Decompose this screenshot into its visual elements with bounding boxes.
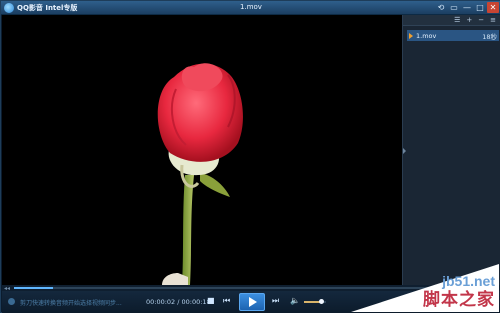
close-button[interactable]: ✕ (487, 2, 499, 13)
play-button[interactable] (239, 293, 265, 311)
now-playing-icon (409, 32, 413, 39)
list-icon[interactable]: ☰ (454, 16, 460, 24)
video-frame[interactable] (2, 15, 402, 285)
previous-icon[interactable]: ⏮ (223, 297, 230, 305)
watermark: jb51.net 脚本之家 (351, 264, 499, 312)
more-icon[interactable]: ≡ (490, 16, 496, 24)
playlist-toolbar: ☰ + − ≡ (403, 15, 500, 26)
playlist-item-duration: 18秒 (482, 32, 497, 41)
file-title: 1.mov (240, 3, 262, 11)
progress-fill (14, 287, 53, 289)
minimize-button[interactable]: — (461, 2, 473, 13)
volume-slider[interactable] (304, 299, 326, 304)
title-bar[interactable]: QQ影音 Intel专版 1.mov ⟲ ▭ — □ ✕ (1, 1, 500, 15)
watermark-name: 脚本之家 (423, 290, 495, 310)
maximize-button[interactable]: □ (474, 2, 486, 13)
add-icon[interactable]: + (466, 16, 472, 24)
volume-icon[interactable]: 🔈 (290, 297, 300, 305)
window-controls: ⟲ ▭ — □ ✕ (435, 2, 499, 13)
collapse-panel-icon[interactable] (403, 148, 406, 154)
stop-icon[interactable]: ■ (207, 297, 215, 305)
play-icon (249, 297, 257, 307)
next-icon[interactable]: ⏭ (272, 297, 279, 305)
skin-icon[interactable]: ⟲ (435, 2, 447, 13)
rose-image (157, 63, 243, 285)
playlist-panel: ☰ + − ≡ 1.mov 18秒 (402, 15, 500, 285)
ticker-text[interactable]: 剪刀快速转换音频开始选择视频同步... (20, 298, 122, 307)
time-display: 00:00:02 / 00:00:18 (146, 298, 211, 306)
info-icon (8, 298, 15, 305)
player-window: QQ影音 Intel专版 1.mov ⟲ ▭ — □ ✕ ☰ + − ≡ 1.m… (0, 0, 500, 313)
volume-knob[interactable] (319, 299, 325, 304)
remove-icon[interactable]: − (478, 16, 484, 24)
playlist-item-name: 1.mov (416, 31, 437, 40)
mini-mode-icon[interactable]: ▭ (448, 2, 460, 13)
playlist-item[interactable]: 1.mov 18秒 (407, 30, 499, 41)
